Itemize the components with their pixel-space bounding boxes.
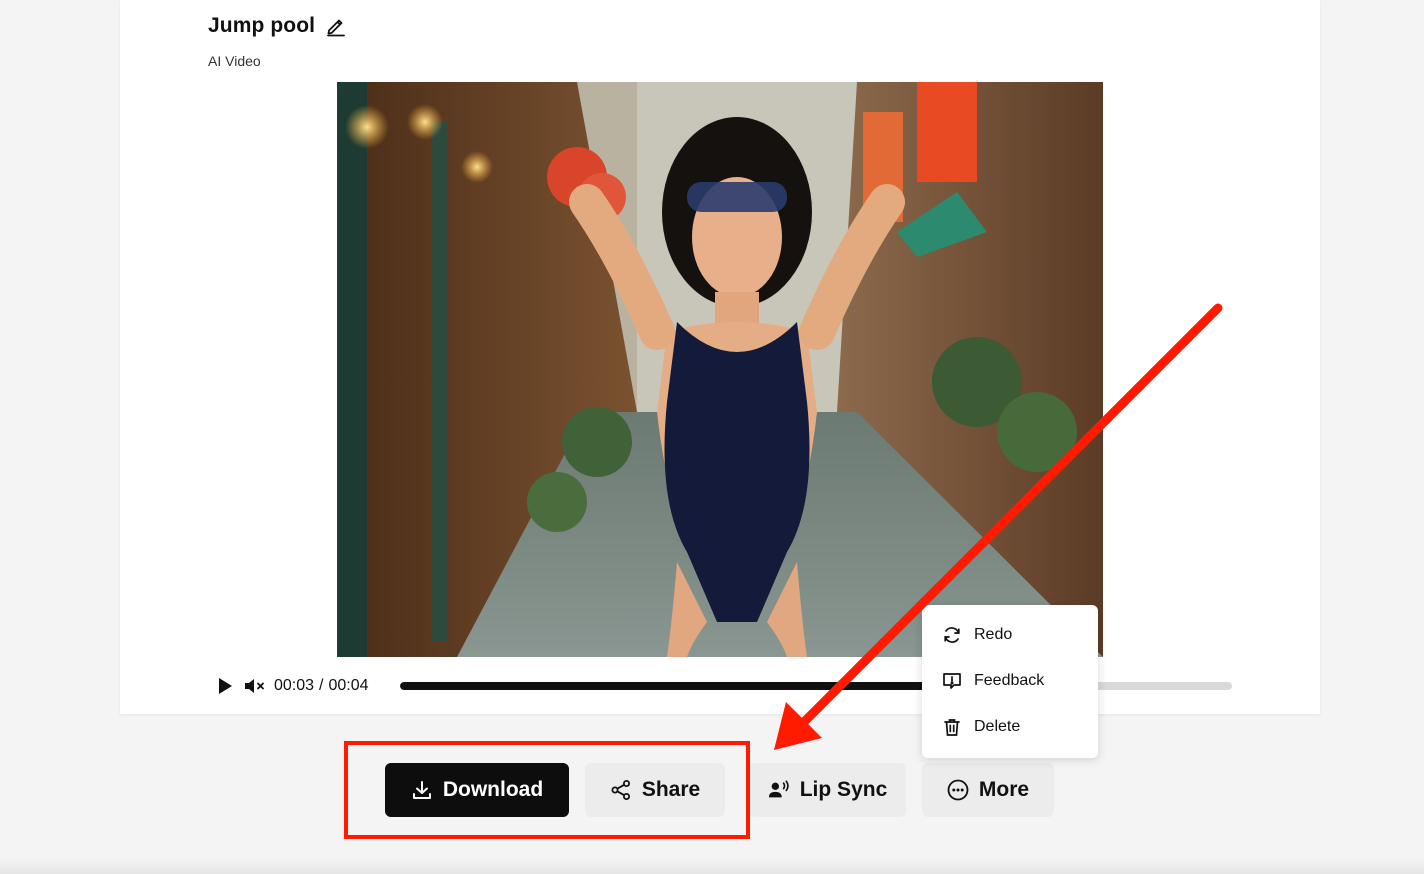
video-card: Jump pool AI Video 00:03 / 00:04 [120, 0, 1320, 714]
menu-item-feedback-label: Feedback [974, 672, 1045, 689]
speaking-person-icon [768, 779, 790, 801]
annotation-highlight-box [344, 741, 750, 839]
mute-icon[interactable] [244, 675, 266, 697]
feedback-icon [942, 671, 962, 691]
menu-item-redo-label: Redo [974, 626, 1013, 643]
video-frame[interactable] [337, 82, 1103, 657]
more-dropdown-menu: Redo Feedback Delete [922, 605, 1098, 758]
page-title: Jump pool [208, 14, 316, 37]
trash-icon [942, 717, 962, 737]
time-display: 00:03/00:04 [274, 677, 369, 695]
content-type-label: AI Video [208, 53, 261, 69]
more-button[interactable]: More [922, 763, 1054, 817]
current-time: 00:03 [274, 677, 315, 694]
play-icon[interactable] [214, 675, 236, 697]
duration: 00:04 [328, 677, 369, 694]
lip-sync-button[interactable]: Lip Sync [749, 763, 906, 817]
bottom-shadow [0, 858, 1424, 874]
time-separator: / [319, 677, 324, 694]
player-controls: 00:03/00:04 [214, 674, 369, 698]
lip-sync-label: Lip Sync [799, 778, 888, 801]
title-row: Jump pool [208, 14, 347, 38]
edit-pencil-icon[interactable] [325, 15, 347, 37]
menu-item-feedback[interactable]: Feedback [942, 666, 1092, 696]
video-thumbnail-image [337, 82, 1103, 657]
menu-item-delete-label: Delete [974, 718, 1021, 735]
menu-item-delete[interactable]: Delete [942, 712, 1092, 742]
redo-icon [942, 625, 962, 645]
more-label: More [978, 778, 1030, 801]
progress-bar[interactable] [400, 682, 1232, 690]
more-dots-icon [947, 779, 969, 801]
menu-item-redo[interactable]: Redo [942, 620, 1092, 650]
